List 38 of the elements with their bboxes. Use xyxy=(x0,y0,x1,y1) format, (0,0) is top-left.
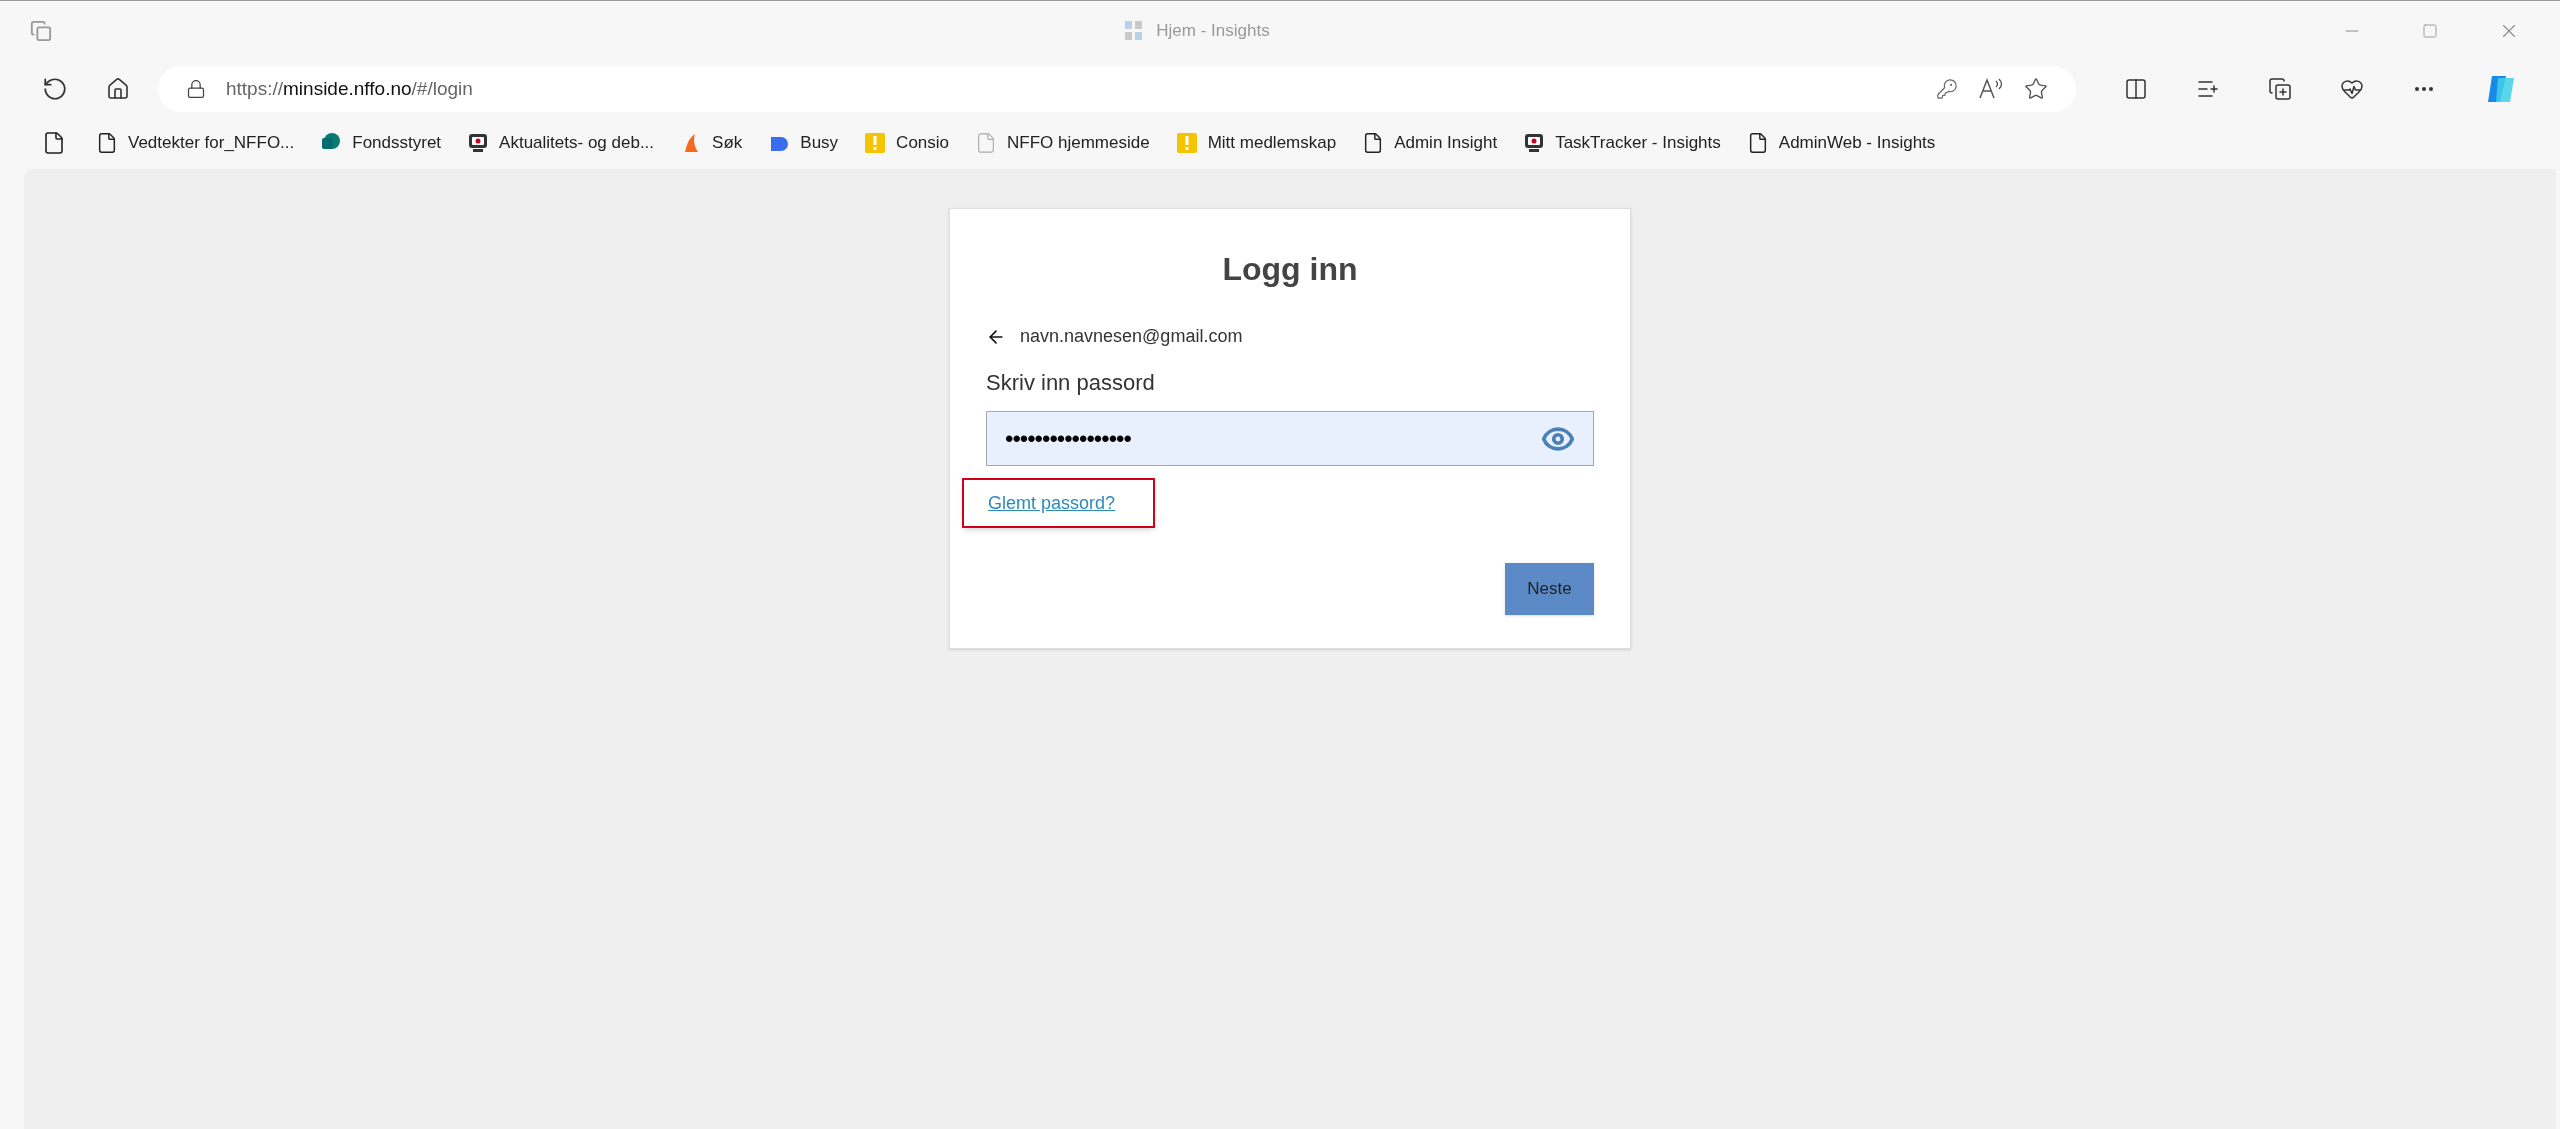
favorite-star-icon[interactable] xyxy=(2024,77,2048,101)
bookmark-item[interactable]: Consio xyxy=(864,130,950,156)
home-icon[interactable] xyxy=(106,77,130,101)
collections-icon[interactable] xyxy=(2268,77,2292,101)
read-aloud-icon[interactable] xyxy=(1978,77,2004,101)
login-title: Logg inn xyxy=(1221,250,1359,289)
warning-icon xyxy=(864,132,887,154)
password-label: Skriv inn passord xyxy=(986,369,1156,397)
address-bar[interactable]: https://minside.nffo.no/#/login xyxy=(158,66,2076,112)
bookmark-item[interactable]: Aktualitets- og deb... xyxy=(467,130,655,156)
bookmark-item[interactable]: Fondsstyret xyxy=(320,130,442,156)
monitor-icon xyxy=(1523,132,1546,154)
next-button[interactable]: Neste xyxy=(1505,563,1594,615)
password-field[interactable]: ••••••••••••••••• xyxy=(986,411,1594,466)
monitor-icon xyxy=(467,132,490,154)
reload-icon[interactable] xyxy=(42,76,68,102)
tabs-icon[interactable] xyxy=(30,20,52,42)
page-icon xyxy=(96,132,118,154)
bookmark-item[interactable]: Vedtekter for_NFFO... xyxy=(96,130,295,156)
bookmark-item[interactable]: AdminWeb - Insights xyxy=(1746,130,1936,156)
split-screen-icon[interactable] xyxy=(2124,77,2148,101)
bookmark-item[interactable]: Mitt medlemskap xyxy=(1175,130,1337,156)
lock-icon xyxy=(186,79,206,99)
app-logo-icon xyxy=(1124,20,1145,42)
key-icon[interactable] xyxy=(1936,78,1958,100)
url-prefix: https:// xyxy=(226,77,284,99)
bookmark-item[interactable]: Busy xyxy=(768,130,839,156)
warning-icon xyxy=(1175,132,1198,154)
url-host: minside.nffo.no xyxy=(283,77,412,99)
bookmark-item[interactable]: Søk xyxy=(680,130,743,156)
bookmark-item[interactable]: Admin Insight xyxy=(1362,130,1498,156)
window-title: Hjem - Insights xyxy=(1156,20,1270,43)
email-text: navn.navnesen@gmail.com xyxy=(1020,325,1243,348)
page-icon[interactable] xyxy=(42,131,66,155)
bookmark-item[interactable]: TaskTracker - Insights xyxy=(1523,130,1721,156)
url-path: /#/login xyxy=(411,77,473,99)
health-icon[interactable] xyxy=(2340,77,2364,101)
bookmark-item[interactable]: NFFO hjemmeside xyxy=(975,130,1150,156)
